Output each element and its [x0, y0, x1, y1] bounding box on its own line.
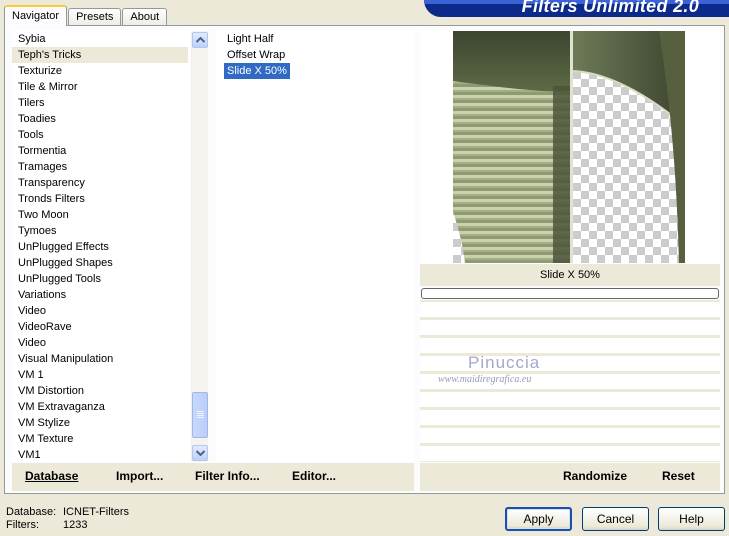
- category-item[interactable]: Tilers: [12, 95, 188, 111]
- category-item[interactable]: VideoRave: [12, 319, 188, 335]
- watermark-url: www.maidiregrafica.eu: [438, 374, 532, 385]
- category-items: Sybia Teph's Tricks Texturize Tile & Mirror…: [12, 31, 188, 462]
- category-item[interactable]: UnPlugged Shapes: [12, 255, 188, 271]
- filter-item-light-half[interactable]: Light Half: [224, 31, 276, 47]
- category-item[interactable]: Visual Manipulation: [12, 351, 188, 367]
- category-item[interactable]: Toadies: [12, 111, 188, 127]
- category-item[interactable]: VM 1: [12, 367, 188, 383]
- category-item[interactable]: Tronds Filters: [12, 191, 188, 207]
- reset-button[interactable]: Reset: [662, 469, 695, 483]
- category-item[interactable]: Texturize: [12, 63, 188, 79]
- category-item[interactable]: VM Distortion: [12, 383, 188, 399]
- category-item[interactable]: Variations: [12, 287, 188, 303]
- category-item[interactable]: Tymoes: [12, 223, 188, 239]
- filter-info-button[interactable]: Filter Info...: [195, 469, 260, 483]
- tab-about[interactable]: About: [122, 8, 168, 26]
- category-item[interactable]: Tramages: [12, 159, 188, 175]
- database-label: Database:: [6, 506, 57, 518]
- category-item[interactable]: Teph's Tricks: [12, 47, 188, 63]
- category-item[interactable]: Two Moon: [12, 207, 188, 223]
- filters-count-value: 1233: [63, 519, 88, 531]
- database-button[interactable]: Database: [25, 469, 78, 483]
- category-item[interactable]: Transparency: [12, 175, 188, 191]
- app-title: Filters Unlimited 2.0: [521, 0, 699, 16]
- category-item[interactable]: UnPlugged Tools: [12, 271, 188, 287]
- category-item[interactable]: Video: [12, 303, 188, 319]
- tab-navigator[interactable]: Navigator: [4, 5, 68, 26]
- tab-presets[interactable]: Presets: [68, 8, 122, 26]
- category-item[interactable]: Tormentia: [12, 143, 188, 159]
- category-list[interactable]: Sybia Teph's Tricks Texturize Tile & Mirror…: [12, 30, 208, 462]
- category-item[interactable]: Tile & Mirror: [12, 79, 188, 95]
- status-area: Database: ICNET-Filters Filters: 1233: [6, 506, 129, 532]
- apply-button[interactable]: Apply: [505, 507, 572, 531]
- category-item[interactable]: VM Extravaganza: [12, 399, 188, 415]
- category-item[interactable]: Tools: [12, 127, 188, 143]
- filter-item-slide-x-50[interactable]: Slide X 50%: [224, 63, 290, 79]
- filters-count-label: Filters:: [6, 519, 39, 531]
- left-action-bar: Database Import... Filter Info... Editor…: [12, 463, 414, 491]
- category-item[interactable]: UnPlugged Effects: [12, 239, 188, 255]
- progress-bar: [421, 288, 719, 299]
- tab-strip: Navigator Presets About: [4, 4, 168, 26]
- preview-panel: [420, 30, 720, 264]
- category-item[interactable]: Video: [12, 335, 188, 351]
- preview-filter-name: Slide X 50%: [420, 264, 720, 286]
- scroll-up-arrow-icon[interactable]: [192, 32, 208, 48]
- help-button[interactable]: Help: [658, 507, 725, 531]
- category-item[interactable]: VM1: [12, 447, 188, 462]
- filter-item-offset-wrap[interactable]: Offset Wrap: [224, 47, 288, 63]
- right-action-bar: Randomize Reset: [420, 463, 720, 491]
- scrollbar-thumb[interactable]: [192, 392, 208, 438]
- preview-image: [453, 31, 685, 263]
- filter-list[interactable]: Light Half Offset Wrap Slide X 50%: [216, 30, 414, 462]
- cancel-button[interactable]: Cancel: [582, 507, 649, 531]
- import-button[interactable]: Import...: [116, 469, 163, 483]
- watermark-name: Pinuccia: [468, 353, 541, 372]
- category-scrollbar[interactable]: [191, 31, 208, 462]
- category-item[interactable]: VM Texture: [12, 431, 188, 447]
- category-item[interactable]: VM Stylize: [12, 415, 188, 431]
- app-banner: Filters Unlimited 2.0: [424, 0, 729, 17]
- database-value: ICNET-Filters: [63, 506, 129, 518]
- editor-button[interactable]: Editor...: [292, 469, 336, 483]
- scroll-down-arrow-icon[interactable]: [192, 445, 208, 461]
- category-item[interactable]: Sybia: [12, 31, 188, 47]
- randomize-button[interactable]: Randomize: [563, 469, 627, 483]
